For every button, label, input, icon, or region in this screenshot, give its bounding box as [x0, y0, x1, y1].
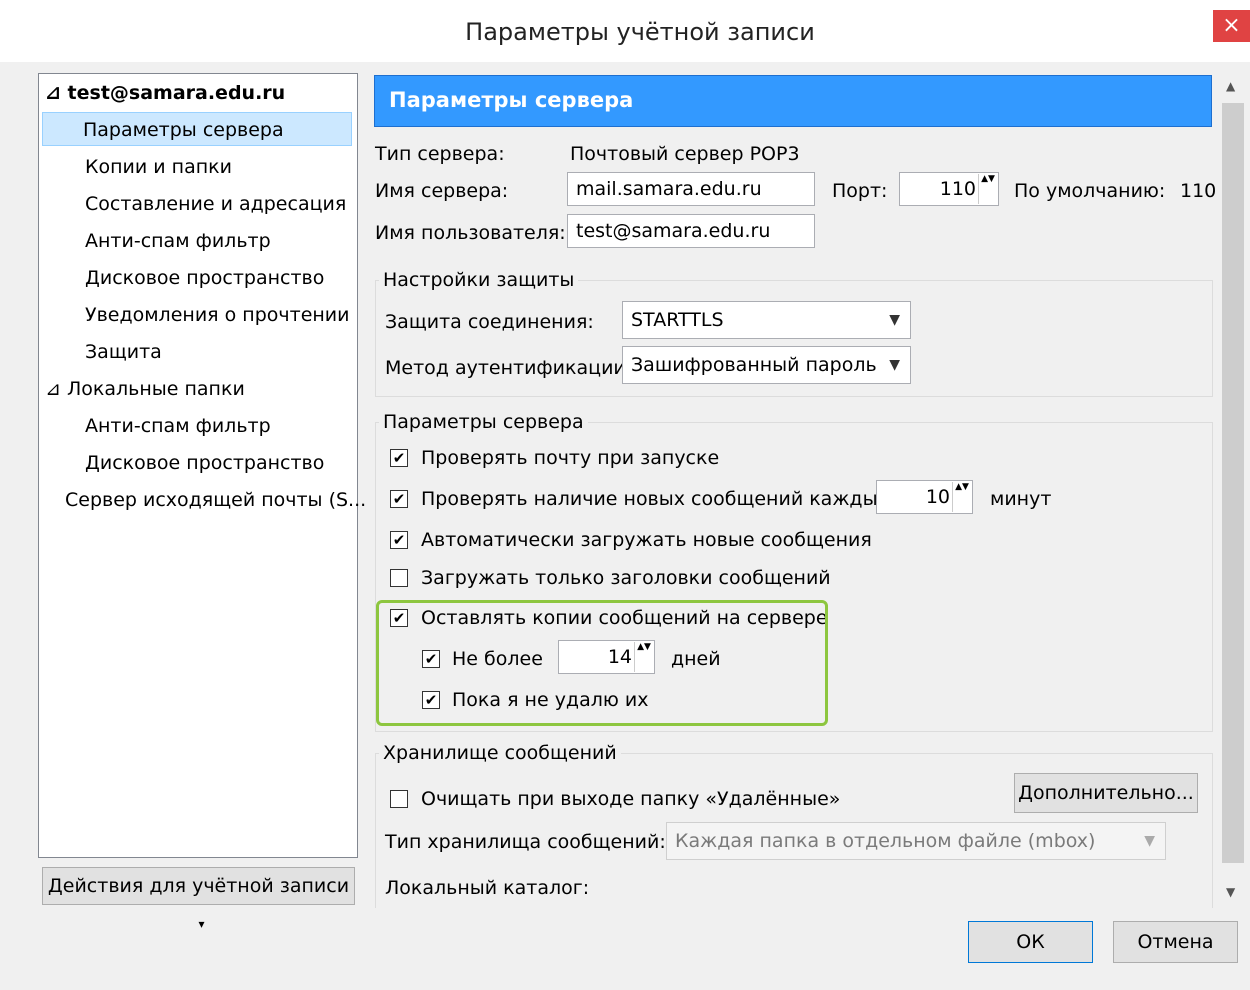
connection-security-label: Защита соединения: — [385, 311, 594, 333]
tree-item-receipts[interactable]: Уведомления о прочтении — [85, 298, 350, 332]
account-actions-label: Действия для учётной записи — [47, 875, 350, 897]
port-value: 110 — [939, 178, 976, 200]
scrollbar-thumb[interactable] — [1222, 103, 1244, 863]
headers-only-checkbox[interactable] — [390, 569, 408, 587]
check-every-checkbox[interactable]: ✔ — [390, 490, 408, 508]
window-title: Параметры учётной записи — [465, 18, 815, 46]
storage-type-value: Каждая папка в отдельном файле (mbox) — [675, 830, 1096, 852]
chevron-down-icon: ▼ — [889, 312, 900, 328]
leave-copies-highlight — [376, 600, 828, 726]
auto-download-label: Автоматически загружать новые сообщения — [421, 529, 872, 551]
chevron-down-icon: ▼ — [1144, 833, 1155, 849]
empty-trash-label: Очищать при выходе папку «Удалённые» — [421, 788, 841, 810]
account-tree[interactable]: ⊿ test@samara.edu.ru Параметры сервера К… — [38, 73, 366, 858]
pane-header-title: Параметры сервера — [389, 88, 634, 112]
auto-download-checkbox[interactable]: ✔ — [390, 531, 408, 549]
tree-item-security[interactable]: Защита — [85, 335, 162, 369]
check-startup-label: Проверять почту при запуске — [421, 447, 720, 469]
port-label: Порт: — [832, 180, 888, 202]
chevron-down-icon: ▼ — [889, 357, 900, 373]
settings-pane: Параметры сервера Тип сервера: Почтовый … — [368, 73, 1218, 908]
user-name-label: Имя пользователя: — [375, 222, 566, 244]
spin-arrows-icon[interactable]: ▲▼ — [952, 482, 971, 512]
local-directory-label: Локальный каталог: — [385, 877, 590, 899]
dropdown-arrow-icon: ▾ — [198, 917, 205, 931]
check-interval-value: 10 — [925, 486, 950, 508]
tree-item-local-antispam[interactable]: Анти-спам фильтр — [85, 409, 271, 443]
advanced-button[interactable]: Дополнительно... — [1014, 773, 1198, 813]
empty-trash-checkbox[interactable] — [390, 790, 408, 808]
minutes-label: минут — [990, 488, 1052, 510]
connection-security-value: STARTTLS — [631, 309, 724, 331]
user-name-input[interactable]: test@samara.edu.ru — [567, 214, 815, 248]
tree-local-folders[interactable]: ⊿ Локальные папки — [45, 372, 245, 406]
tree-item-disk-space[interactable]: Дисковое пространство — [85, 261, 324, 295]
security-legend: Настройки защиты — [379, 269, 579, 291]
connection-security-select[interactable]: STARTTLS ▼ — [622, 301, 911, 339]
storage-type-label: Тип хранилища сообщений: — [385, 831, 666, 853]
account-settings-dialog: Параметры учётной записи × ⊿ test@samara… — [0, 0, 1250, 990]
default-port-label: По умолчанию: — [1014, 180, 1166, 202]
check-interval-stepper[interactable]: 10 ▲▼ — [876, 480, 973, 514]
default-port-value: 110 — [1180, 180, 1217, 202]
auth-method-value: Зашифрованный пароль — [631, 354, 877, 376]
check-every-label: Проверять наличие новых сообщений каждые — [421, 488, 890, 510]
tree-item-copies-folders[interactable]: Копии и папки — [85, 150, 232, 184]
scroll-up-icon[interactable]: ▲ — [1226, 79, 1235, 93]
tree-item-antispam[interactable]: Анти-спам фильтр — [85, 224, 271, 258]
tree-item-local-disk-space[interactable]: Дисковое пространство — [85, 446, 324, 480]
check-startup-checkbox[interactable]: ✔ — [390, 449, 408, 467]
tree-item-server-settings[interactable]: Параметры сервера — [42, 112, 352, 146]
port-stepper[interactable]: 110 ▲▼ — [899, 172, 999, 206]
title-bar: Параметры учётной записи × — [0, 0, 1250, 62]
tree-item-composition[interactable]: Составление и адресация — [85, 187, 346, 221]
account-actions-button[interactable]: Действия для учётной записи ▾ — [42, 867, 355, 931]
server-name-label: Имя сервера: — [375, 180, 509, 202]
auth-method-label: Метод аутентификации: — [385, 357, 633, 379]
spin-arrows-icon[interactable]: ▲▼ — [978, 174, 997, 204]
tree-item-outgoing-server[interactable]: Сервер исходящей почты (S... — [65, 483, 366, 517]
headers-only-label: Загружать только заголовки сообщений — [421, 567, 831, 589]
storage-legend: Хранилище сообщений — [379, 742, 621, 764]
ok-button[interactable]: ОК — [968, 921, 1093, 963]
cancel-button[interactable]: Отмена — [1113, 921, 1238, 963]
settings-scrollbar[interactable]: ▲ ▼ — [1220, 73, 1248, 908]
server-name-input[interactable]: mail.samara.edu.ru — [567, 172, 815, 206]
tree-account-root[interactable]: ⊿ test@samara.edu.ru — [45, 76, 285, 110]
close-button[interactable]: × — [1213, 10, 1250, 42]
auth-method-select[interactable]: Зашифрованный пароль ▼ — [622, 346, 911, 384]
scroll-down-icon[interactable]: ▼ — [1226, 885, 1235, 899]
storage-type-select[interactable]: Каждая папка в отдельном файле (mbox) ▼ — [666, 822, 1166, 860]
server-settings-legend: Параметры сервера — [379, 411, 588, 433]
server-type-value: Почтовый сервер POP3 — [570, 143, 800, 165]
pane-header: Параметры сервера — [374, 75, 1212, 127]
server-type-label: Тип сервера: — [375, 143, 505, 165]
